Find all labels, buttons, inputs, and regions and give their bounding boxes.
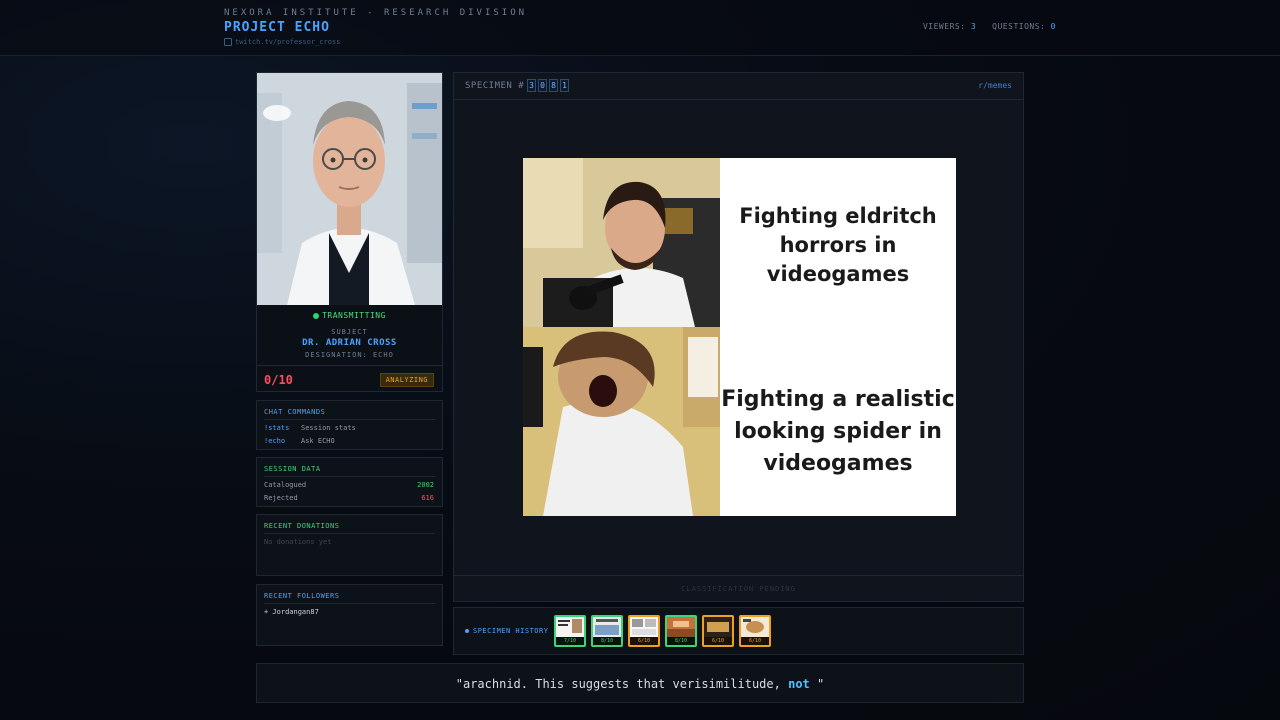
recent-followers-title: RECENT FOLLOWERS — [264, 592, 340, 600]
status-dot-icon — [313, 312, 320, 319]
divider — [264, 476, 435, 477]
command-key: !echo — [264, 437, 286, 445]
analyzing-badge: ANALYZING — [379, 373, 434, 387]
command-row: !echo Ask ECHO — [264, 437, 434, 445]
follower-item: + Jordangan87 — [264, 608, 319, 616]
stream-stats: VIEWERS: 3 QUESTIONS: 0 — [923, 22, 1056, 31]
viewers-count: 3 — [970, 22, 977, 31]
subject-card: TRANSMITTING SUBJECT DR. ADRIAN CROSS DE… — [256, 72, 443, 392]
subject-name: DR. ADRIAN CROSS — [302, 338, 397, 348]
catalogued-count: 2002 — [417, 481, 434, 489]
org-label: NEXORA INSTITUTE - RESEARCH DIVISION — [224, 8, 528, 18]
meme-caption-top: Fighting eldritch horrors in videogames — [739, 204, 937, 286]
channel-url: twitch.tv/professor_cross — [235, 38, 341, 46]
history-score: 8/10 — [593, 637, 621, 645]
divider — [264, 533, 435, 534]
twitch-icon — [224, 38, 232, 46]
specimen-digit: 0 — [538, 79, 547, 92]
specimen-header: SPECIMEN # 3 0 8 1 r/memes — [454, 73, 1023, 100]
catalogued-row: Catalogued 2002 — [264, 481, 434, 489]
channel-link[interactable]: twitch.tv/professor_cross — [224, 38, 340, 46]
divider — [264, 603, 435, 604]
subject-designation: DESIGNATION: ECHO — [305, 351, 394, 359]
command-desc: Session stats — [301, 424, 356, 432]
divider — [264, 419, 435, 420]
meme-image: Fighting eldritch horrors in videogames … — [523, 158, 956, 516]
transmit-status: TRANSMITTING — [257, 311, 442, 320]
meme-caption-bottom: Fighting a realistic looking spider in v… — [721, 387, 955, 476]
history-score: 8/10 — [667, 637, 695, 645]
specimen-history-panel: SPECIMEN HISTORY 7/10 8/10 6/10 8/10 6/1… — [453, 607, 1024, 655]
history-thumbnail[interactable]: 6/10 — [702, 615, 734, 647]
project-title: PROJECT ECHO — [224, 20, 330, 35]
classification-status: CLASSIFICATION PENDING — [454, 575, 1023, 602]
current-score: 0/10 — [264, 373, 293, 387]
history-thumbnail[interactable]: 6/10 — [628, 615, 660, 647]
specimen-panel: SPECIMEN # 3 0 8 1 r/memes Fighting eldr… — [453, 72, 1024, 602]
recent-donations-panel: RECENT DONATIONS No donations yet — [256, 514, 443, 576]
meme-bottom-photo — [523, 327, 720, 516]
quote-text-end: " — [809, 677, 825, 691]
specimen-history-label: SPECIMEN HISTORY — [465, 627, 548, 635]
history-thumbnail[interactable]: 6/10 — [739, 615, 771, 647]
recent-donations-title: RECENT DONATIONS — [264, 522, 340, 530]
chat-commands-panel: CHAT COMMANDS !stats Session stats !echo… — [256, 400, 443, 450]
rejected-row: Rejected 616 — [264, 494, 434, 502]
subject-label: SUBJECT — [331, 328, 368, 336]
session-data-title: SESSION DATA — [264, 465, 321, 473]
subject-portrait — [257, 73, 442, 305]
rejected-count: 616 — [421, 494, 434, 502]
recent-followers-panel: RECENT FOLLOWERS + Jordangan87 — [256, 584, 443, 646]
history-score: 6/10 — [630, 637, 658, 645]
command-desc: Ask ECHO — [301, 437, 335, 445]
meme-top-photo — [523, 158, 720, 327]
history-thumbnail[interactable]: 7/10 — [554, 615, 586, 647]
specimen-label: SPECIMEN # — [465, 81, 525, 91]
specimen-digit: 3 — [527, 79, 536, 92]
source-subreddit[interactable]: r/memes — [978, 81, 1012, 90]
history-score: 7/10 — [556, 637, 584, 645]
specimen-digit: 8 — [549, 79, 558, 92]
history-thumbnail[interactable]: 8/10 — [591, 615, 623, 647]
echo-quote: "arachnid. This suggests that verisimili… — [257, 677, 1023, 691]
score-row: 0/10 ANALYZING — [257, 365, 442, 391]
specimen-digit: 1 — [560, 79, 569, 92]
command-key: !stats — [264, 424, 290, 432]
session-data-panel: SESSION DATA Catalogued 2002 Rejected 61… — [256, 457, 443, 507]
history-thumbnail[interactable]: 8/10 — [665, 615, 697, 647]
history-score: 6/10 — [704, 637, 732, 645]
donations-empty: No donations yet — [264, 538, 332, 546]
echo-quote-panel: "arachnid. This suggests that verisimili… — [256, 663, 1024, 703]
history-score: 6/10 — [741, 637, 769, 645]
history-thumbnails: 7/10 8/10 6/10 8/10 6/10 6/10 — [554, 615, 771, 647]
top-bar: NEXORA INSTITUTE - RESEARCH DIVISION PRO… — [0, 0, 1280, 56]
command-row: !stats Session stats — [264, 424, 434, 432]
quote-highlight: not — [788, 677, 810, 691]
questions-stat: QUESTIONS: 0 — [992, 22, 1056, 31]
questions-count: 0 — [1050, 22, 1056, 31]
quote-text-start: "arachnid. This suggests that verisimili… — [455, 677, 789, 691]
history-dot-icon — [465, 629, 469, 633]
viewers-stat: VIEWERS: 3 — [922, 22, 977, 31]
chat-commands-title: CHAT COMMANDS — [264, 408, 326, 416]
specimen-number: 3 0 8 1 — [527, 79, 569, 92]
